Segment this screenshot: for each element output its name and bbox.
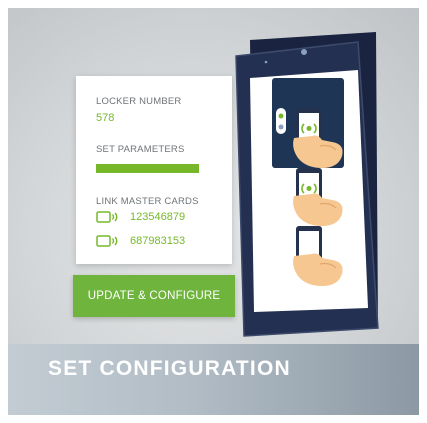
master-card-number: 123546879 [130,211,186,223]
hand-with-phone-icon [293,168,343,226]
update-configure-button[interactable]: UPDATE & CONFIGURE [73,275,235,317]
master-card-row[interactable]: 123546879 [96,210,185,224]
set-parameters-label: SET PARAMETERS [96,144,185,155]
set-parameters-bar[interactable] [96,164,199,173]
master-card-row[interactable]: 687983153 [96,234,185,248]
hand-with-phone-icon [293,108,343,168]
card-icon [96,235,118,247]
title-banner: SET CONFIGURATION [8,344,419,415]
card-icon [96,211,118,223]
master-card-number: 687983153 [130,235,186,247]
banner-title: SET CONFIGURATION [48,357,291,380]
locker-number-label: LOCKER NUMBER [96,96,182,107]
config-panel: LOCKER NUMBER 578 SET PARAMETERS LINK MA… [76,76,232,264]
link-master-cards-label: LINK MASTER CARDS [96,196,199,207]
locker-number-value[interactable]: 578 [96,112,114,124]
hand-with-phone-icon [293,226,343,286]
